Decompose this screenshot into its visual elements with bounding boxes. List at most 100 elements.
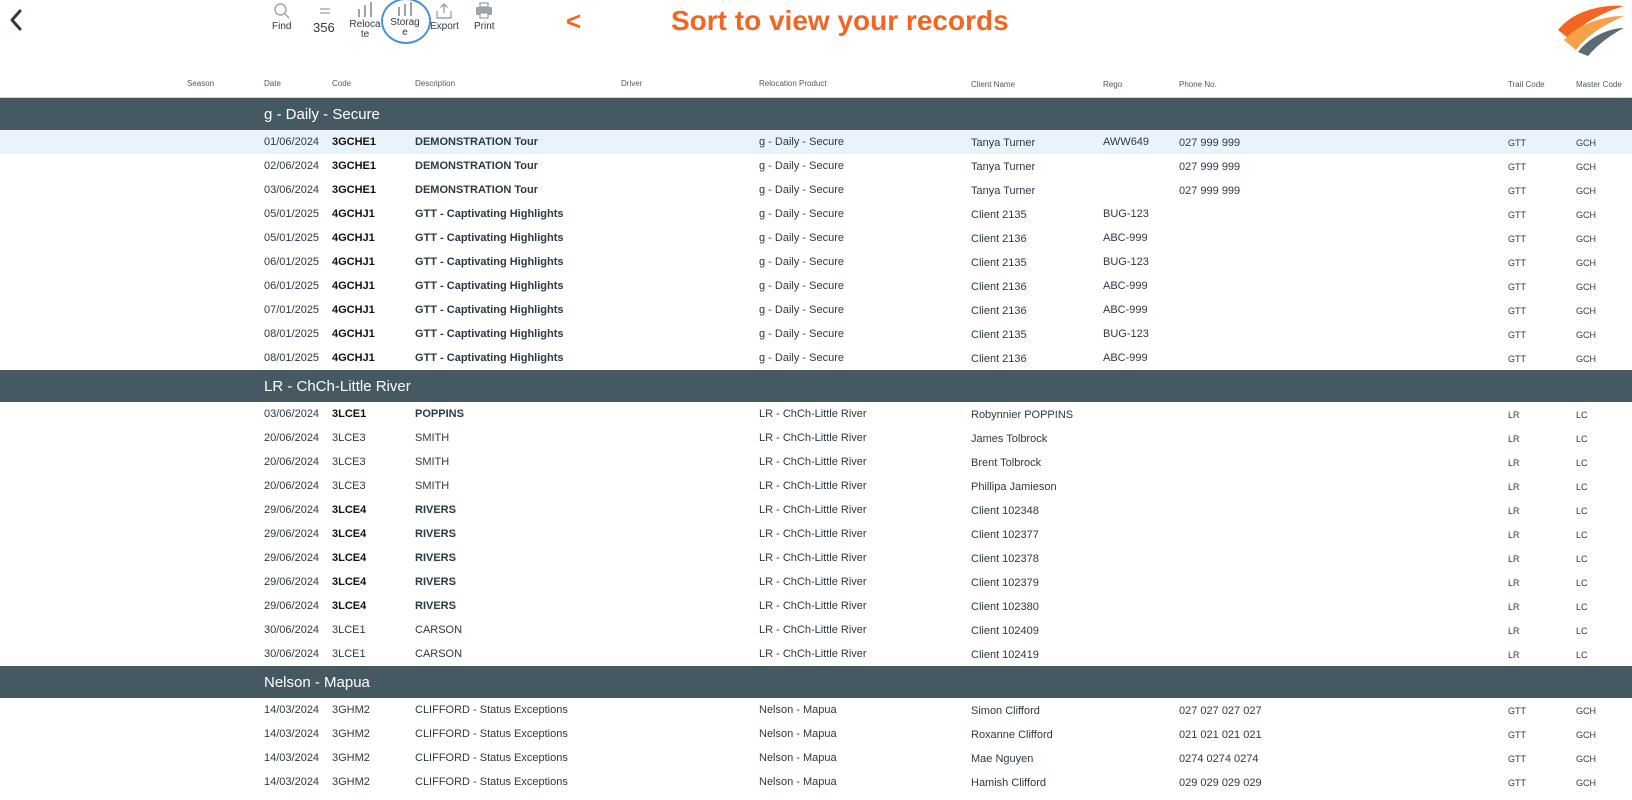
cell-code: 3LCE4 [332,600,367,612]
table-row[interactable]: 06/01/2025 4GCHJ1 GTT - Captivating Highli… [0,274,1632,298]
cell-relocation-product: g - Daily - Secure [759,280,844,292]
table-row[interactable]: 30/06/2024 3LCE1 CARSON LR - ChCh-Little Ri… [0,642,1632,666]
chevron-left-icon [10,9,22,31]
cell-date: 14/03/2024 [264,728,320,740]
table-row[interactable]: 06/01/2025 4GCHJ1 GTT - Captivating Highli… [0,250,1632,274]
group-header[interactable]: g - Daily - Secure [0,98,1632,130]
relocate-button[interactable]: Relocate [349,2,381,40]
table-row[interactable]: 03/06/2024 3GCHE1 DEMONSTRATION Tour g - Da… [0,178,1632,202]
table-row[interactable]: 29/06/2024 3LCE4 RIVERS LR - ChCh-Little Ri… [0,522,1632,546]
group-header[interactable]: Nelson - Mapua [0,666,1632,698]
table-row[interactable]: 07/01/2025 4GCHJ1 GTT - Captivating Highli… [0,298,1632,322]
table-row[interactable]: 20/06/2024 3LCE3 SMITH LR - ChCh-Little Riv… [0,450,1632,474]
collapse-arrow[interactable]: < [566,6,581,37]
table-row[interactable]: 20/06/2024 3LCE3 SMITH LR - ChCh-Little Riv… [0,426,1632,450]
table-row[interactable]: 29/06/2024 3LCE4 RIVERS LR - ChCh-Little Ri… [0,498,1632,522]
cell-phone: 027 999 999 [1179,185,1241,197]
column-description[interactable]: Description [415,79,455,88]
cell-description: RIVERS [415,504,456,516]
cell-phone: 0274 0274 0274 [1179,753,1259,765]
cell-relocation-product: Nelson - Mapua [759,752,837,764]
cell-code: 3LCE3 [332,432,366,444]
page-title: Sort to view your records [671,5,1009,36]
table-row[interactable]: 20/06/2024 3LCE3 SMITH LR - ChCh-Little Riv… [0,474,1632,498]
table-row[interactable]: 02/06/2024 3GCHE1 DEMONSTRATION Tour g - Da… [0,154,1632,178]
cell-relocation-product: LR - ChCh-Little River [759,624,867,636]
column-phone[interactable]: Phone No. [1179,80,1217,89]
cell-client-name: Client 2136 [971,281,1027,293]
print-button[interactable]: Print [474,2,495,32]
column-relocation-product[interactable]: Relocation Product [759,79,827,88]
cell-trail-code: GTT [1508,778,1526,788]
cell-description: CLIFFORD - Status Exceptions [415,728,568,740]
export-button[interactable]: Export [430,2,459,32]
column-date[interactable]: Date [264,79,281,88]
table-row[interactable]: 05/01/2025 4GCHJ1 GTT - Captivating Highli… [0,226,1632,250]
cell-date: 03/06/2024 [264,184,320,196]
cell-client-name: Client 102380 [971,601,1039,613]
cell-date: 20/06/2024 [264,456,320,468]
cell-master-code: GCH [1576,754,1596,764]
cell-master-code: GCH [1576,282,1596,292]
column-season[interactable]: Season [187,79,214,88]
table-row[interactable]: 30/06/2024 3LCE1 CARSON LR - ChCh-Little Ri… [0,618,1632,642]
table-row[interactable]: 01/06/2024 3GCHE1 DEMONSTRATION Tour g - Da… [0,130,1632,154]
cell-description: GTT - Captivating Highlights [415,328,564,340]
table-row[interactable]: 29/06/2024 3LCE4 RIVERS LR - ChCh-Little Ri… [0,546,1632,570]
cell-trail-code: GTT [1508,162,1526,172]
cell-client-name: Client 102348 [971,505,1039,517]
cell-relocation-product: LR - ChCh-Little River [759,408,867,420]
cell-code: 3GHM2 [332,728,370,740]
table-row[interactable]: 14/03/2024 3GHM2 CLIFFORD - Status Excepti… [0,746,1632,770]
table-row[interactable]: 14/03/2024 3GHM2 CLIFFORD - Status Excepti… [0,770,1632,794]
column-master-code[interactable]: Master Code [1576,80,1622,89]
find-button[interactable]: Find [272,2,291,32]
column-client-name[interactable]: Client Name [971,80,1015,89]
cell-code: 3GHM2 [332,752,370,764]
cell-relocation-product: g - Daily - Secure [759,136,844,148]
cell-description: CLIFFORD - Status Exceptions [415,704,568,716]
cell-trail-code: LR [1508,410,1520,420]
table-row[interactable]: 29/06/2024 3LCE4 RIVERS LR - ChCh-Little Ri… [0,570,1632,594]
cell-trail-code: GTT [1508,706,1526,716]
back-button[interactable] [4,6,28,34]
cell-trail-code: GTT [1508,258,1526,268]
cell-date: 07/01/2025 [264,304,320,316]
cell-master-code: GCH [1576,138,1596,148]
cell-rego: ABC-999 [1103,304,1148,316]
table-row[interactable]: 05/01/2025 4GCHJ1 GTT - Captivating Highli… [0,202,1632,226]
column-driver[interactable]: Driver [621,79,642,88]
cell-relocation-product: LR - ChCh-Little River [759,552,867,564]
cell-date: 29/06/2024 [264,600,320,612]
cell-date: 14/03/2024 [264,704,320,716]
group-title: Nelson - Mapua [264,674,370,691]
column-code[interactable]: Code [332,79,351,88]
cell-master-code: LC [1576,650,1588,660]
table-row[interactable]: 08/01/2025 4GCHJ1 GTT - Captivating Highli… [0,322,1632,346]
table-row[interactable]: 03/06/2024 3LCE1 POPPINS LR - ChCh-Little R… [0,402,1632,426]
cell-trail-code: LR [1508,458,1520,468]
cell-master-code: LC [1576,458,1588,468]
cell-master-code: GCH [1576,258,1596,268]
brand-logo-icon [1558,5,1624,56]
table-row[interactable]: 29/06/2024 3LCE4 RIVERS LR - ChCh-Little Ri… [0,594,1632,618]
table-row[interactable]: 08/01/2025 4GCHJ1 GTT - Captivating Highli… [0,346,1632,370]
cell-phone: 027 999 999 [1179,161,1241,173]
cell-rego: AWW649 [1103,136,1150,148]
column-rego[interactable]: Rego [1103,80,1122,89]
cell-phone: 029 029 029 029 [1179,777,1262,789]
cell-master-code: GCH [1576,730,1596,740]
group-header[interactable]: LR - ChCh-Little River [0,370,1632,402]
cell-trail-code: GTT [1508,730,1526,740]
cell-description: SMITH [415,432,450,444]
table-row[interactable]: 14/03/2024 3GHM2 CLIFFORD - Status Excepti… [0,698,1632,722]
cell-master-code: GCH [1576,186,1596,196]
column-trail-code[interactable]: Trail Code [1508,80,1545,89]
cell-code: 4GCHJ1 [332,256,375,268]
cell-master-code: LC [1576,530,1588,540]
cell-description: GTT - Captivating Highlights [415,280,564,292]
storage-button[interactable]: Storage [389,2,421,38]
table-row[interactable]: 14/03/2024 3GHM2 CLIFFORD - Status Excepti… [0,722,1632,746]
cell-date: 05/01/2025 [264,232,320,244]
cell-date: 20/06/2024 [264,432,320,444]
